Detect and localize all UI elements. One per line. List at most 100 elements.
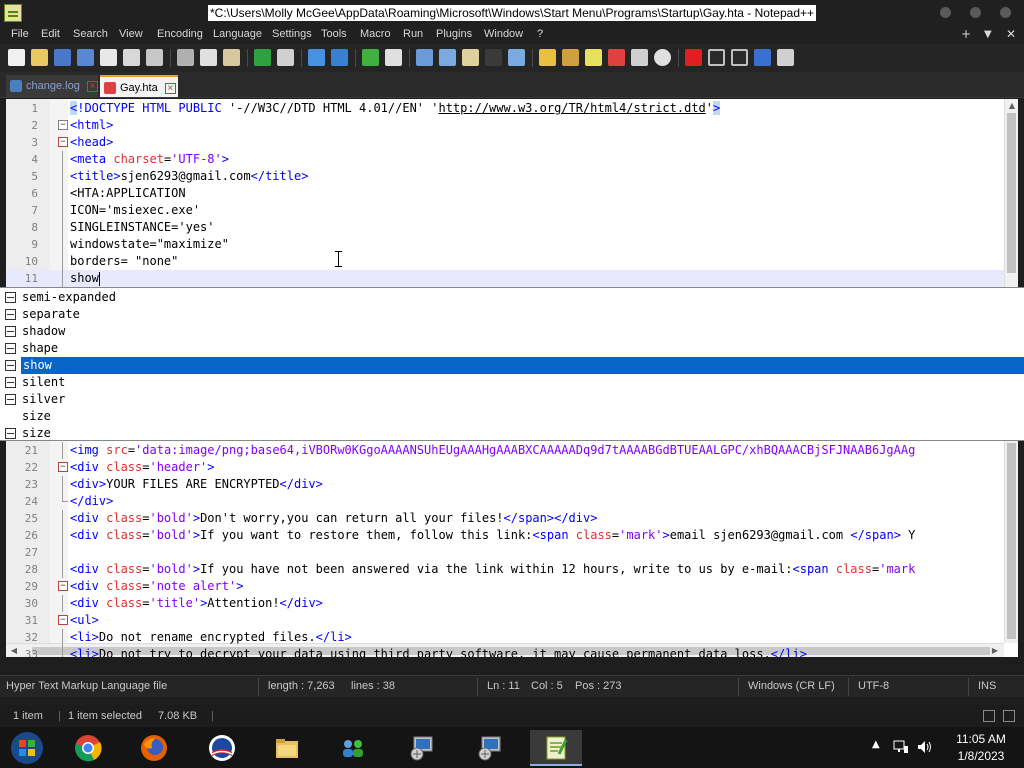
maximize-button[interactable]	[970, 7, 981, 18]
save-icon[interactable]	[54, 49, 71, 66]
function-list-icon[interactable]	[585, 49, 602, 66]
code-line[interactable]: 33 <li>Do not try to decrypt your data us…	[6, 646, 1004, 657]
code-line[interactable]: 5 <title>sjen6293@gmail.com</title>	[6, 168, 1004, 185]
menu-edit[interactable]: Edit	[41, 28, 60, 40]
record-macro-icon[interactable]	[685, 49, 702, 66]
fold-toggle-icon[interactable]: −	[58, 137, 68, 147]
network-icon[interactable]	[893, 740, 909, 754]
menu-view[interactable]: View	[119, 28, 143, 40]
code-line[interactable]: 27	[6, 544, 1004, 561]
code-line[interactable]: 3 − <head>	[6, 134, 1004, 151]
save-macro-icon[interactable]	[777, 49, 794, 66]
start-button[interactable]	[0, 730, 54, 766]
print-icon[interactable]	[146, 49, 163, 66]
save-all-icon[interactable]	[77, 49, 94, 66]
zoom-in-icon[interactable]	[362, 49, 379, 66]
menu-encoding[interactable]: Encoding	[157, 28, 203, 40]
menu-window[interactable]: Window	[484, 28, 523, 40]
code-line[interactable]: 30 <div class='title'>Attention!</div>	[6, 595, 1004, 612]
code-line[interactable]: 7 ICON='msiexec.exe'	[6, 202, 1004, 219]
zoom-out-icon[interactable]	[385, 49, 402, 66]
autocomplete-item[interactable]: shape	[0, 340, 1024, 357]
menu-macro[interactable]: Macro	[360, 28, 391, 40]
sync-horizontal-icon[interactable]	[439, 49, 456, 66]
code-line[interactable]: 10 borders= "none"	[6, 253, 1004, 270]
scroll-thumb[interactable]	[1007, 443, 1016, 639]
stop-macro-icon[interactable]	[708, 49, 725, 66]
folder-workspace-icon[interactable]	[608, 49, 625, 66]
minimize-button[interactable]	[940, 7, 951, 18]
menu-tools[interactable]: Tools	[321, 28, 347, 40]
code-line[interactable]: 21 <img src='data:image/png;base64,iVBORw…	[6, 442, 1004, 459]
menu-settings[interactable]: Settings	[272, 28, 312, 40]
code-line[interactable]: 29 − <div class='note alert'>	[6, 578, 1004, 595]
autocomplete-item[interactable]: size	[0, 425, 1024, 440]
tab-change-log[interactable]: change.log ×	[6, 75, 98, 97]
word-wrap-icon[interactable]	[462, 49, 479, 66]
autocomplete-item[interactable]: separate	[0, 306, 1024, 323]
details-view-icon[interactable]	[983, 710, 995, 722]
menu-language[interactable]: Language	[213, 28, 262, 40]
taskbar-chrome[interactable]	[62, 730, 114, 766]
close-file-icon[interactable]	[100, 49, 117, 66]
fold-toggle-icon[interactable]: −	[58, 581, 68, 591]
autocomplete-item[interactable]: silent	[0, 374, 1024, 391]
status-insert-mode[interactable]: INS	[978, 680, 996, 692]
code-line[interactable]: 22 − <div class='header'>	[6, 459, 1004, 476]
redo-icon[interactable]	[277, 49, 294, 66]
code-line[interactable]: 24 </div>	[6, 493, 1004, 510]
editor-pane-bottom[interactable]: ◀ ▶ 21 <img src='data:image/png;base64,iV…	[6, 441, 1018, 657]
editor-pane-top[interactable]: ▲ 1 <!DOCTYPE HTML PUBLIC '-//W3C//DTD HT…	[6, 99, 1018, 287]
tab-close-icon[interactable]: ×	[86, 80, 98, 92]
code-line[interactable]: 8 SINGLEINSTANCE='yes'	[6, 219, 1004, 236]
new-file-icon[interactable]	[8, 49, 25, 66]
code-line[interactable]: 25 <div class='bold'>Don't worry,you can …	[6, 510, 1004, 527]
large-icons-view-icon[interactable]	[1003, 710, 1015, 722]
taskbar-file-explorer[interactable]	[261, 730, 313, 766]
autocomplete-list[interactable]: semi-expanded separate shadow shape show sile…	[0, 287, 1024, 441]
autocomplete-item[interactable]: silver	[0, 391, 1024, 408]
autocomplete-item[interactable]: shadow	[0, 323, 1024, 340]
close-document-icon[interactable]: ✕	[1006, 27, 1016, 41]
fold-toggle-icon[interactable]: −	[58, 462, 68, 472]
code-line[interactable]: 9 windowstate="maximize"	[6, 236, 1004, 253]
show-hidden-icons-icon[interactable]: ▲	[872, 739, 880, 750]
system-clock[interactable]: 11:05 AM 1/8/2023	[946, 731, 1016, 765]
autocomplete-item[interactable]: show	[0, 357, 1024, 374]
code-line[interactable]: 4 <meta charset='UTF-8'>	[6, 151, 1004, 168]
taskbar-notepadpp[interactable]	[530, 730, 582, 766]
autocomplete-item[interactable]: size	[0, 408, 1024, 425]
taskbar-firefox[interactable]	[128, 730, 180, 766]
close-button[interactable]	[1000, 7, 1011, 18]
taskbar-remote-computer-2[interactable]	[464, 730, 516, 766]
monitor-icon[interactable]	[631, 49, 648, 66]
fold-toggle-icon[interactable]: −	[58, 615, 68, 625]
menu-file[interactable]: File	[11, 28, 29, 40]
code-line[interactable]: 23 <div>YOUR FILES ARE ENCRYPTED</div>	[6, 476, 1004, 493]
taskbar-remote-computer-1[interactable]	[396, 730, 448, 766]
code-line[interactable]: 6 <HTA:APPLICATION	[6, 185, 1004, 202]
sync-vertical-icon[interactable]	[416, 49, 433, 66]
code-line[interactable]: 2 − <html>	[6, 117, 1004, 134]
play-macro-icon[interactable]	[731, 49, 748, 66]
code-line[interactable]: 26 <div class='bold'>If you want to resto…	[6, 527, 1004, 544]
open-file-icon[interactable]	[31, 49, 48, 66]
code-line[interactable]: 32 <li>Do not rename encrypted files.</li…	[6, 629, 1004, 646]
code-line[interactable]: 11 show	[6, 270, 1004, 287]
close-all-icon[interactable]	[123, 49, 140, 66]
tab-close-icon[interactable]: ×	[164, 82, 176, 94]
show-all-chars-icon[interactable]	[485, 49, 502, 66]
code-line[interactable]: 31 − <ul>	[6, 612, 1004, 629]
find-icon[interactable]	[308, 49, 325, 66]
fold-toggle-icon[interactable]: −	[58, 120, 68, 130]
code-line[interactable]: 1 <!DOCTYPE HTML PUBLIC '-//W3C//DTD HTML…	[6, 100, 1004, 117]
run-macro-multiple-icon[interactable]	[754, 49, 771, 66]
taskbar-network-users[interactable]	[327, 730, 379, 766]
menu-help[interactable]: ?	[537, 28, 543, 40]
indent-guide-icon[interactable]	[508, 49, 525, 66]
autocomplete-item[interactable]: semi-expanded	[0, 289, 1024, 306]
undo-icon[interactable]	[254, 49, 271, 66]
new-tab-icon[interactable]: +	[961, 27, 971, 41]
code-line[interactable]: 28 <div class='bold'>If you have not been…	[6, 561, 1004, 578]
replace-icon[interactable]	[331, 49, 348, 66]
